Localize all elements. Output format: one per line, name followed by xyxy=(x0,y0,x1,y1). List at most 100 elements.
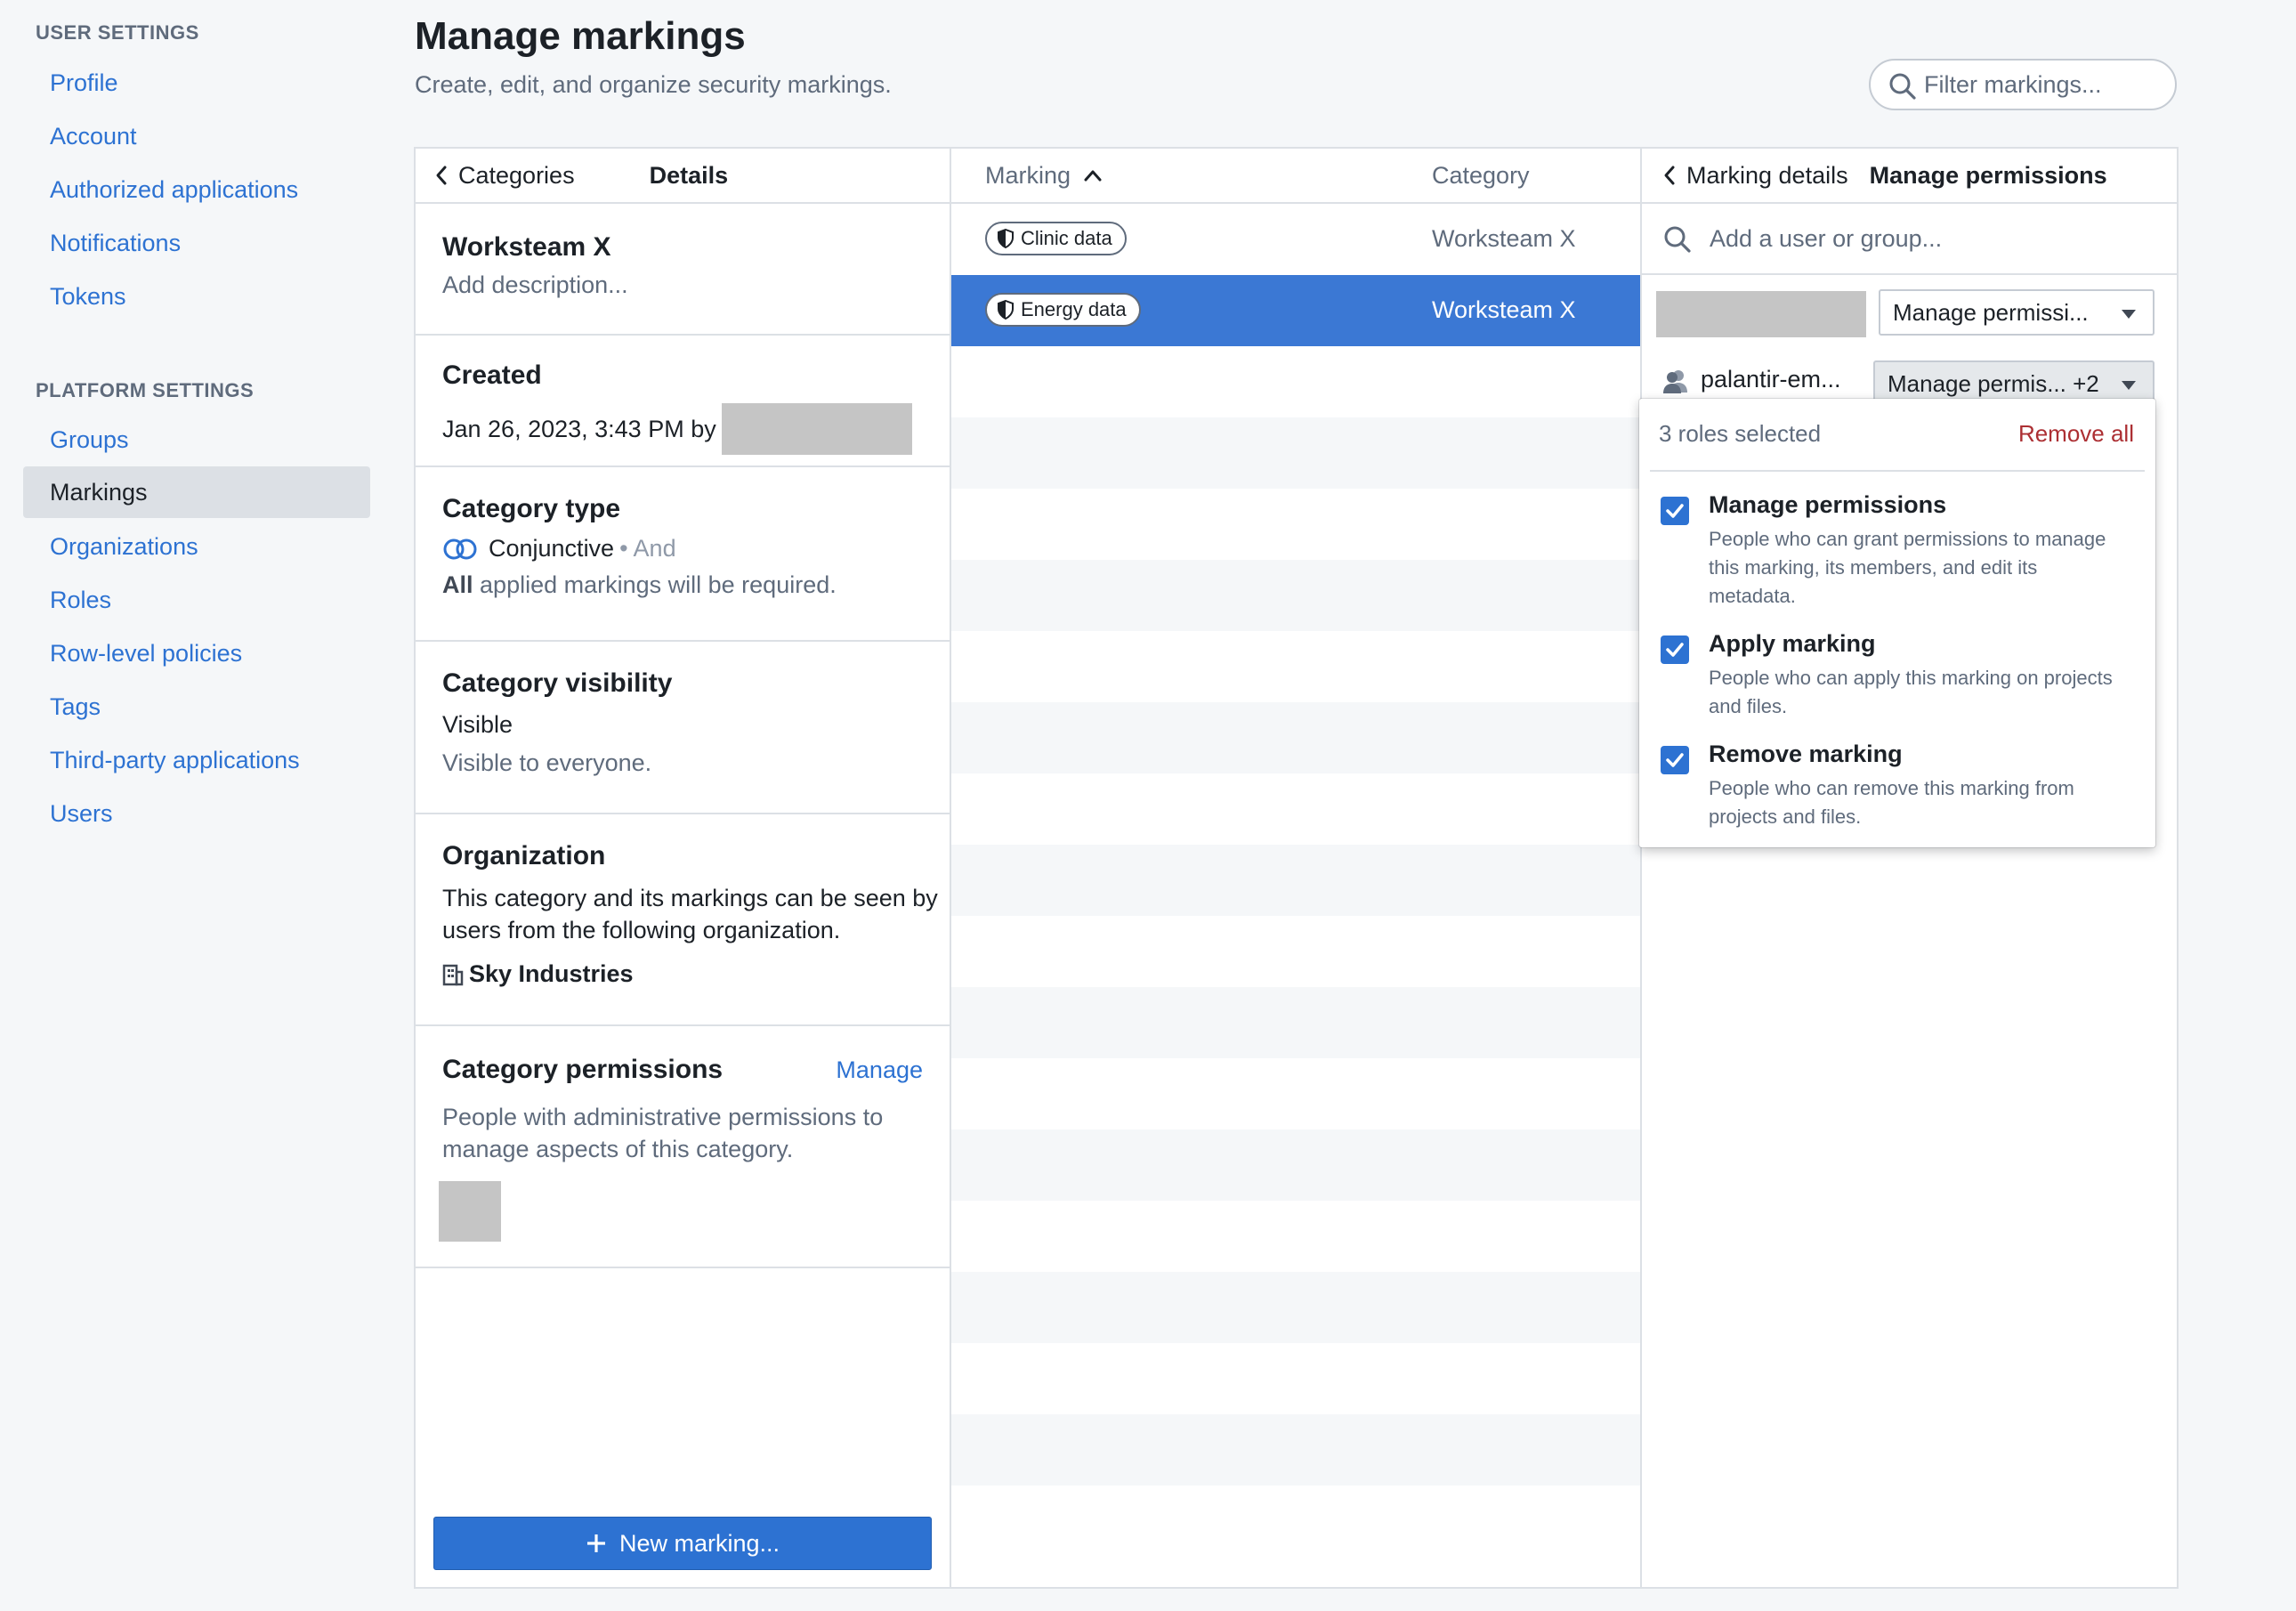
checkmark-icon xyxy=(1666,753,1684,767)
roles-popover: 3 roles selected Remove all Manage permi… xyxy=(1639,399,2155,847)
filter-markings-input[interactable] xyxy=(1924,70,2164,99)
shield-icon xyxy=(998,229,1014,248)
building-icon xyxy=(442,964,464,985)
created-title: Created xyxy=(442,360,542,390)
markings-panel: Categories Details Worksteam X Add descr… xyxy=(414,147,2179,1589)
checkbox[interactable] xyxy=(1661,746,1689,774)
role-option-manage-permissions[interactable]: Manage permissions People who can grant … xyxy=(1661,491,2132,625)
back-to-marking-details-link[interactable]: Marking details xyxy=(1663,162,1848,190)
category-column-header[interactable]: Category xyxy=(1432,162,1530,190)
sidebar-item-authorized-applications[interactable]: Authorized applications xyxy=(23,164,370,215)
role-option-remove-marking[interactable]: Remove marking People who can remove thi… xyxy=(1661,741,2132,844)
empty-row xyxy=(951,1486,1640,1557)
type-desc: applied markings will be required. xyxy=(480,571,837,598)
caret-down-icon xyxy=(2122,381,2136,390)
role-select-value: Manage permis... +2 xyxy=(1888,369,2099,397)
category-name[interactable]: Worksteam X xyxy=(442,232,950,263)
marking-pill: Clinic data xyxy=(985,222,1127,255)
plus-icon xyxy=(586,1534,605,1552)
sidebar-item-groups[interactable]: Groups xyxy=(23,414,370,465)
empty-row xyxy=(951,702,1640,773)
marking-column-header[interactable]: Marking xyxy=(985,162,1103,190)
add-user-group-input[interactable] xyxy=(1710,224,2137,253)
marking-column-label: Marking xyxy=(985,161,1071,189)
empty-row xyxy=(951,1058,1640,1129)
checkmark-icon xyxy=(1666,504,1684,518)
role-desc-line: projects and files. xyxy=(1709,806,1862,828)
sidebar-item-account[interactable]: Account xyxy=(23,110,370,162)
marking-name: Clinic data xyxy=(1021,227,1112,249)
role-desc-line: and files. xyxy=(1709,695,1788,717)
marking-details-label: Marking details xyxy=(1686,161,1848,189)
manage-permissions-tab: Manage permissions xyxy=(1869,161,2107,189)
empty-row xyxy=(951,845,1640,916)
perm-desc-line2: manage aspects of this category. xyxy=(442,1136,794,1162)
role-desc-line: People who can remove this marking from xyxy=(1709,777,2074,799)
empty-row xyxy=(951,1201,1640,1272)
manage-permissions-column: Marking details Manage permissions Manag… xyxy=(1642,149,2179,1587)
role-option-apply-marking[interactable]: Apply marking People who can apply this … xyxy=(1661,630,2132,733)
redacted-avatar xyxy=(439,1181,501,1242)
remove-all-button[interactable]: Remove all xyxy=(2018,420,2134,448)
empty-row xyxy=(951,1414,1640,1486)
page-subtitle: Create, edit, and organize security mark… xyxy=(415,71,892,98)
new-marking-button[interactable]: New marking... xyxy=(433,1517,932,1570)
checkbox[interactable] xyxy=(1661,497,1689,525)
type-desc-bold: All xyxy=(442,571,473,598)
created-section: Created Jan 26, 2023, 3:43 PM by xyxy=(416,336,950,467)
role-select-value: Manage permissi... xyxy=(1893,298,2089,326)
sidebar-item-tokens[interactable]: Tokens xyxy=(23,271,370,322)
organization-title: Organization xyxy=(442,841,606,870)
filter-markings-field[interactable] xyxy=(1869,59,2177,110)
visibility-desc: Visible to everyone. xyxy=(442,749,652,776)
settings-sidebar: USER SETTINGS Profile Account Authorized… xyxy=(0,0,383,1611)
organization-section: Organization This category and its marki… xyxy=(416,814,950,1026)
manage-permissions-link[interactable]: Manage xyxy=(836,1056,923,1084)
created-text: Jan 26, 2023, 3:43 PM by xyxy=(442,415,716,442)
sidebar-item-markings[interactable]: Markings xyxy=(23,466,370,518)
empty-row xyxy=(951,916,1640,987)
category-details-column: Categories Details Worksteam X Add descr… xyxy=(416,149,951,1587)
add-user-group-field[interactable] xyxy=(1642,204,2179,275)
categories-label: Categories xyxy=(458,161,575,189)
platform-settings-heading: PLATFORM SETTINGS xyxy=(36,379,255,401)
sidebar-item-third-party-applications[interactable]: Third-party applications xyxy=(23,734,370,786)
role-desc-line: metadata. xyxy=(1709,585,1796,607)
empty-row xyxy=(951,1129,1640,1201)
sidebar-item-notifications[interactable]: Notifications xyxy=(23,217,370,269)
role-title: Manage permissions xyxy=(1709,491,1947,518)
marking-category: Worksteam X xyxy=(1432,225,1576,252)
empty-row xyxy=(951,987,1640,1058)
table-row[interactable]: Clinic data Worksteam X xyxy=(951,204,1640,275)
sidebar-item-tags[interactable]: Tags xyxy=(23,681,370,733)
roles-popover-header: 3 roles selected Remove all xyxy=(1650,399,2145,472)
category-permissions-section: Category permissions Manage People with … xyxy=(416,1026,950,1268)
add-description-field[interactable]: Add description... xyxy=(442,271,950,299)
sort-ascending-icon xyxy=(1084,170,1102,182)
sidebar-item-roles[interactable]: Roles xyxy=(23,574,370,626)
empty-row xyxy=(951,1343,1640,1414)
category-type-suffix: • And xyxy=(619,535,676,562)
conjunctive-icon xyxy=(443,538,477,559)
checkbox[interactable] xyxy=(1661,635,1689,664)
empty-row xyxy=(951,560,1640,631)
sidebar-item-row-level-policies[interactable]: Row-level policies xyxy=(23,627,370,679)
empty-row xyxy=(951,489,1640,560)
user-name: palantir-em... xyxy=(1701,366,1841,393)
chevron-left-icon xyxy=(1664,166,1675,185)
table-row[interactable]: Energy data Worksteam X xyxy=(951,275,1640,346)
role-select-1[interactable]: Manage permissi... xyxy=(1879,289,2155,336)
back-to-categories-link[interactable]: Categories xyxy=(435,162,575,190)
empty-row xyxy=(951,346,1640,417)
role-desc-line: this marking, its members, and edit its xyxy=(1709,556,2038,579)
marking-category: Worksteam X xyxy=(1432,296,1576,323)
empty-row xyxy=(951,1272,1640,1343)
org-desc-line1: This category and its markings can be se… xyxy=(442,885,938,911)
role-desc-line: People who can grant permissions to mana… xyxy=(1709,528,2106,550)
sidebar-item-profile[interactable]: Profile xyxy=(23,57,370,109)
organization-name: Sky Industries xyxy=(469,960,634,987)
marking-name: Energy data xyxy=(1021,298,1127,320)
sidebar-item-users[interactable]: Users xyxy=(23,788,370,839)
sidebar-item-organizations[interactable]: Organizations xyxy=(23,521,370,572)
redacted-user xyxy=(721,403,912,455)
